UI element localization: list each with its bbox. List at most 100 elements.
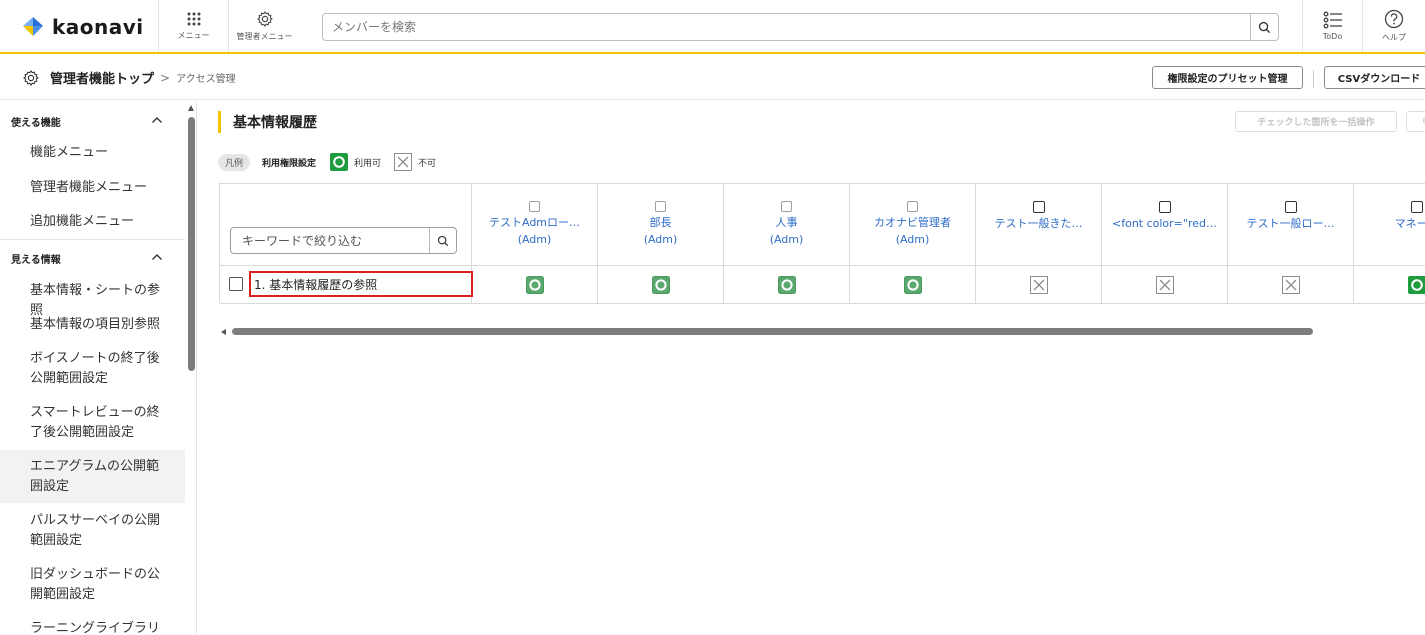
breadcrumb: 管理者機能トップ > アクセス管理 — [22, 68, 236, 87]
column-header: 部長 (Adm) — [598, 184, 724, 266]
column-checkbox[interactable] — [1284, 201, 1297, 213]
sidebar-section-label: 見える情報 — [11, 254, 61, 266]
table-scroll-thumb[interactable] — [232, 328, 1313, 335]
denied-icon[interactable] — [1156, 276, 1174, 294]
breadcrumb-bar: 管理者機能トップ > アクセス管理 権限設定のプリセット管理 CSVダウンロード — [0, 56, 1425, 100]
column-header: 人事 (Adm) — [724, 184, 850, 266]
legend: 凡例 利用権限設定 利用可 不可 — [218, 153, 449, 171]
gear-icon — [256, 11, 273, 27]
table-horizontal-scrollbar[interactable] — [221, 327, 1321, 337]
kaonavi-logo[interactable]: kaonavi — [20, 13, 144, 41]
allowed-icon[interactable] — [778, 276, 796, 294]
column-sub: (Adm) — [643, 233, 678, 246]
column-checkbox[interactable] — [1410, 201, 1423, 213]
sidebar-item-old-dashboard[interactable]: 旧ダッシュボードの公開範囲設定 — [0, 565, 185, 605]
scroll-up-arrow-icon[interactable] — [188, 105, 194, 111]
allowed-icon[interactable] — [904, 276, 922, 294]
sidebar-item-basic-info-field[interactable]: 基本情報の項目別参照 — [0, 315, 185, 335]
todo-list-icon — [1323, 11, 1342, 29]
todo-caption: ToDo — [1322, 32, 1343, 41]
row-checkbox[interactable] — [229, 277, 243, 291]
denied-icon — [394, 153, 413, 171]
column-checkbox[interactable] — [1158, 201, 1171, 213]
column-checkbox[interactable] — [781, 201, 792, 212]
column-name[interactable]: テスト一般ロー… — [1247, 215, 1335, 232]
todo-button[interactable]: ToDo — [1302, 0, 1362, 52]
column-checkbox[interactable] — [529, 201, 540, 212]
logo-mark-icon — [20, 14, 46, 40]
help-caption: ヘルプ — [1382, 33, 1406, 42]
help-button[interactable]: ヘルプ — [1362, 0, 1425, 52]
permission-cell[interactable] — [850, 266, 976, 304]
column-header: カオナビ管理者 (Adm) — [850, 184, 976, 266]
search-icon — [437, 235, 449, 246]
column-header: テスト一般きた… — [976, 184, 1102, 266]
keyword-search-button[interactable] — [429, 228, 456, 253]
permission-cell[interactable] — [598, 266, 724, 304]
permission-table: テストAdmロー… (Adm) 部長 (Adm) 人事 (Adm) カオナビ管理… — [219, 183, 1425, 304]
header-divider — [1313, 70, 1314, 88]
sidebar-section-usable-features[interactable]: 使える機能 — [0, 104, 185, 138]
column-checkbox[interactable] — [1032, 201, 1045, 213]
help-question-icon — [1384, 9, 1404, 29]
column-name[interactable]: 人事 — [776, 214, 798, 231]
column-header: マネージ — [1354, 184, 1425, 266]
column-name[interactable]: テスト一般きた… — [995, 215, 1083, 232]
secondary-action-button[interactable]: リ — [1406, 111, 1425, 132]
allowed-icon[interactable] — [1408, 276, 1425, 294]
legend-tag: 凡例 — [218, 153, 251, 171]
breadcrumb-admin-top[interactable]: 管理者機能トップ — [50, 68, 154, 87]
csv-download-button[interactable]: CSVダウンロード — [1324, 66, 1425, 89]
sidebar-item-pulse-survey[interactable]: パルスサーベイの公開範囲設定 — [0, 511, 185, 551]
denied-icon[interactable] — [1282, 276, 1300, 294]
sidebar-item-learning-library[interactable]: ラーニングライブラリの — [0, 619, 185, 635]
keyword-filter — [230, 227, 457, 254]
permission-cell[interactable] — [1354, 266, 1425, 304]
column-checkbox[interactable] — [655, 201, 666, 212]
admin-menu-button[interactable]: 管理者メニュー — [228, 0, 300, 52]
sidebar-item-additional-feature-menu[interactable]: 追加機能メニュー — [0, 212, 185, 232]
sidebar-item-voice-note[interactable]: ボイスノートの終了後公開範囲設定 — [0, 349, 185, 389]
sidebar-divider — [0, 239, 185, 240]
permission-cell[interactable] — [976, 266, 1102, 304]
permission-cell[interactable] — [1102, 266, 1228, 304]
sidebar-item-enneagram[interactable]: エニアグラムの公開範囲設定 — [0, 450, 185, 503]
column-name[interactable]: テストAdmロー… — [489, 214, 580, 231]
column-name[interactable]: <font color="red… — [1112, 215, 1217, 232]
sidebar-item-feature-menu[interactable]: 機能メニュー — [0, 143, 185, 163]
member-search-input[interactable] — [323, 14, 1243, 40]
sidebar-item-smart-review[interactable]: スマートレビューの終了後公開範囲設定 — [0, 403, 185, 443]
permission-cell[interactable] — [1228, 266, 1354, 304]
menu-button[interactable]: メニュー — [158, 0, 228, 52]
logo-text: kaonavi — [52, 15, 144, 39]
keyword-filter-input[interactable] — [231, 228, 426, 253]
column-name[interactable]: カオナビ管理者 — [874, 214, 951, 231]
allowed-icon[interactable] — [526, 276, 544, 294]
bulk-operation-button[interactable]: チェックした箇所を一括操作 — [1235, 111, 1397, 132]
denied-icon[interactable] — [1030, 276, 1048, 294]
sidebar-scroll-thumb[interactable] — [188, 117, 195, 371]
legend-denied-label: 不可 — [418, 158, 437, 169]
allowed-icon[interactable] — [652, 276, 670, 294]
preset-management-button[interactable]: 権限設定のプリセット管理 — [1152, 66, 1303, 89]
permission-cell[interactable] — [724, 266, 850, 304]
main-content: 基本情報履歴 チェックした箇所を一括操作 リ 凡例 利用権限設定 利用可 不可 — [198, 101, 1425, 635]
chevron-up-icon — [152, 117, 162, 123]
permission-cell[interactable] — [472, 266, 598, 304]
column-name[interactable]: 部長 — [650, 214, 672, 231]
breadcrumb-separator: > — [160, 70, 171, 85]
sidebar-scrollbar[interactable] — [187, 101, 196, 635]
column-header: テストAdmロー… (Adm) — [472, 184, 598, 266]
table-corner-cell — [220, 184, 472, 266]
column-name[interactable]: マネージ — [1395, 215, 1425, 232]
search-button[interactable] — [1250, 14, 1278, 40]
column-sub: (Adm) — [769, 233, 804, 246]
chevron-up-icon — [152, 254, 162, 260]
gear-icon — [23, 69, 39, 86]
sidebar-section-visible-info[interactable]: 見える情報 — [0, 241, 185, 275]
row-label[interactable]: 1. 基本情報履歴の参照 — [249, 271, 473, 297]
column-checkbox[interactable] — [907, 201, 918, 212]
scroll-left-arrow-icon[interactable] — [221, 329, 226, 335]
menu-caption: メニュー — [177, 31, 210, 40]
sidebar-item-admin-feature-menu[interactable]: 管理者機能メニュー — [0, 178, 185, 198]
